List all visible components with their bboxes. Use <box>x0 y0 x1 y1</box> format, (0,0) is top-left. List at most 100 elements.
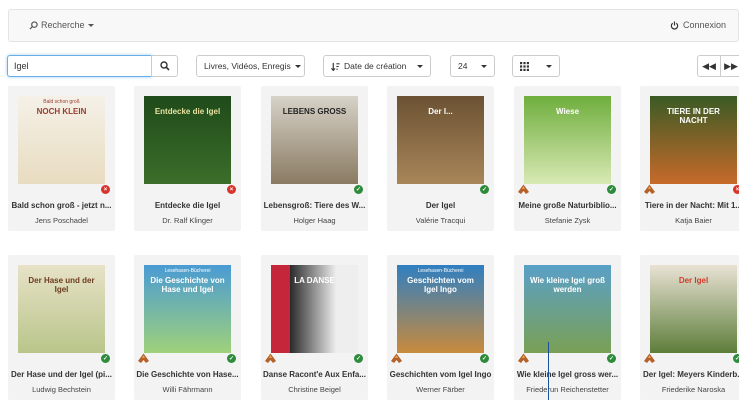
login-button[interactable]: Connexion <box>670 20 726 30</box>
search-input[interactable] <box>7 55 152 77</box>
book-cover-image[interactable]: Lesehasen-Bücherei Die Geschichte von Has… <box>144 265 231 353</box>
cover-title-text: Wiese <box>555 107 580 116</box>
book-cover-image[interactable]: Bald schon groß NOCH KLEIN <box>18 96 105 184</box>
book-author: Stefanie Zysk <box>544 216 591 225</box>
book-card[interactable]: Der Hase und der Igel ✓ Der Hase und der I… <box>8 255 115 400</box>
book-cover-image[interactable]: Wiese <box>524 96 611 184</box>
book-title[interactable]: Tiere in der Nacht: Mit 1... <box>640 201 739 210</box>
next-page-button[interactable]: ▶▶ <box>720 55 739 77</box>
media-type-label: Livres, Vidéos, Enregis <box>204 61 291 71</box>
reservation-icon[interactable] <box>390 352 403 364</box>
book-title[interactable]: Bald schon groß - jetzt n... <box>8 201 115 210</box>
chevron-down-icon <box>546 64 552 68</box>
book-title[interactable]: Meine große Naturbiblio... <box>514 201 621 210</box>
book-cover-image[interactable]: Wie kleine Igel groß werden <box>524 265 611 353</box>
unavailable-x-icon: × <box>733 185 739 194</box>
search-toggle-label: Recherche <box>41 20 85 30</box>
book-title[interactable]: Geschichten vom Igel Ingo <box>387 370 494 379</box>
book-author: Willi Fährmann <box>162 385 213 394</box>
book-cover-image[interactable]: Der Hase und der Igel <box>18 265 105 353</box>
book-author: Valérie Tracqui <box>415 216 466 225</box>
chevron-down-icon <box>294 64 301 68</box>
available-check-icon: ✓ <box>354 354 363 363</box>
reservation-icon[interactable] <box>264 352 277 364</box>
reservation-icon[interactable] <box>517 352 530 364</box>
book-title[interactable]: Danse Racont'e Aux Enfa... <box>261 370 368 379</box>
book-card[interactable]: Wie kleine Igel groß werden ✓ Wie kleine I… <box>514 255 621 400</box>
book-card[interactable]: Der Igel ✓ Der Igel: Meyers Kinderb... Frie… <box>640 255 739 400</box>
cover-title-text: Der I... <box>428 107 453 116</box>
book-author: Ludwig Bechstein <box>32 385 91 394</box>
sort-label: Date de création <box>344 61 407 71</box>
book-title[interactable]: Lebensgroß: Tiere des W... <box>261 201 368 210</box>
book-author: Christine Beigel <box>288 385 341 394</box>
cover-title-text: Der Igel <box>678 276 709 285</box>
book-card[interactable]: Lesehasen-Bücherei Die Geschichte von Has… <box>134 255 241 400</box>
top-navbar: Recherche Connexion <box>8 9 739 42</box>
available-check-icon: ✓ <box>480 185 489 194</box>
reservation-icon[interactable] <box>517 183 530 195</box>
forward-icon: ▶▶ <box>724 60 738 71</box>
unavailable-x-icon: × <box>101 185 110 194</box>
book-card[interactable]: LA DANSE ✓ Danse Racont'e Aux Enfa... Chris… <box>261 255 368 400</box>
media-type-filter[interactable]: Livres, Vidéos, Enregis <box>196 55 305 77</box>
book-title[interactable]: Wie kleine Igel gross wer... <box>514 370 621 379</box>
book-card[interactable]: LEBENS GROSS ✓ Lebensgroß: Tiere des W... H… <box>261 86 368 231</box>
search-toggle[interactable]: Recherche <box>29 20 94 30</box>
book-card[interactable]: Lesehasen-Bücherei Geschichten vom Igel I… <box>387 255 494 400</box>
grid-view-icon <box>520 61 529 71</box>
book-author: Friederun Reichenstetter <box>526 385 609 394</box>
book-author: Holger Haag <box>293 216 336 225</box>
sort-icon <box>331 62 340 71</box>
cover-title-text: NOCH KLEIN <box>36 107 87 116</box>
book-title[interactable]: Entdecke die Igel <box>134 201 241 210</box>
unavailable-x-icon: × <box>227 185 236 194</box>
book-card[interactable]: Bald schon groß NOCH KLEIN × Bald schon gro… <box>8 86 115 231</box>
book-cover-image[interactable]: Lesehasen-Bücherei Geschichten vom Igel I… <box>397 265 484 353</box>
reservation-icon[interactable] <box>643 183 656 195</box>
book-card[interactable]: Entdecke die Igel × Entdecke die Igel Dr. R… <box>134 86 241 231</box>
available-check-icon: ✓ <box>227 354 236 363</box>
power-icon <box>670 20 679 29</box>
reservation-icon[interactable] <box>643 352 656 364</box>
cover-caption: Lesehasen-Bücherei <box>164 268 211 274</box>
cover-title-text: Entdecke die Igel <box>154 107 221 116</box>
per-page-select[interactable]: 24 <box>450 55 495 77</box>
book-cover-image[interactable]: LEBENS GROSS <box>271 96 358 184</box>
book-title[interactable]: Der Igel <box>387 201 494 210</box>
login-label: Connexion <box>682 20 726 30</box>
cover-title-text: LA DANSE <box>294 276 335 285</box>
book-card[interactable]: Der I... ✓ Der Igel Valérie Tracqui <box>387 86 494 231</box>
book-cover-image[interactable]: Der I... <box>397 96 484 184</box>
backward-icon: ◀◀ <box>702 60 716 71</box>
cover-title-text: Geschichten vom Igel Ingo <box>407 276 474 294</box>
book-title[interactable]: Die Geschichte von Hase... <box>134 370 241 379</box>
book-title[interactable]: Der Igel: Meyers Kinderb... <box>640 370 739 379</box>
book-title[interactable]: Der Hase und der Igel (pi... <box>8 370 115 379</box>
cover-caption: Lesehasen-Bücherei <box>417 268 464 274</box>
book-cover-image[interactable]: Der Igel <box>650 265 737 353</box>
search-submit-button[interactable] <box>151 55 178 77</box>
available-check-icon: ✓ <box>354 185 363 194</box>
book-cover-image[interactable]: Entdecke die Igel <box>144 96 231 184</box>
available-check-icon: ✓ <box>607 185 616 194</box>
cover-title-text: TIERE IN DER NACHT <box>667 107 720 125</box>
search-icon <box>159 61 170 71</box>
book-author: Friederike Naroska <box>661 385 726 394</box>
previous-page-button[interactable]: ◀◀ <box>697 55 721 77</box>
book-cover-image[interactable]: LA DANSE <box>271 265 358 353</box>
search-icon <box>29 20 38 30</box>
book-author: Katja Baier <box>675 216 712 225</box>
per-page-label: 24 <box>458 61 468 71</box>
reservation-icon[interactable] <box>137 352 150 364</box>
available-check-icon: ✓ <box>733 354 739 363</box>
cover-title-text: Die Geschichte von Hase und Igel <box>150 276 225 294</box>
view-mode-select[interactable] <box>512 55 560 77</box>
cover-title-text: LEBENS GROSS <box>282 107 347 116</box>
book-card[interactable]: TIERE IN DER NACHT × Tiere in der Nacht: M… <box>640 86 739 231</box>
sort-select[interactable]: Date de création <box>323 55 431 77</box>
book-card[interactable]: Wiese ✓ Meine große Naturbiblio... Stefanie… <box>514 86 621 231</box>
book-cover-image[interactable]: TIERE IN DER NACHT <box>650 96 737 184</box>
cover-caption: Bald schon groß <box>43 99 80 105</box>
text-cursor <box>548 342 549 400</box>
